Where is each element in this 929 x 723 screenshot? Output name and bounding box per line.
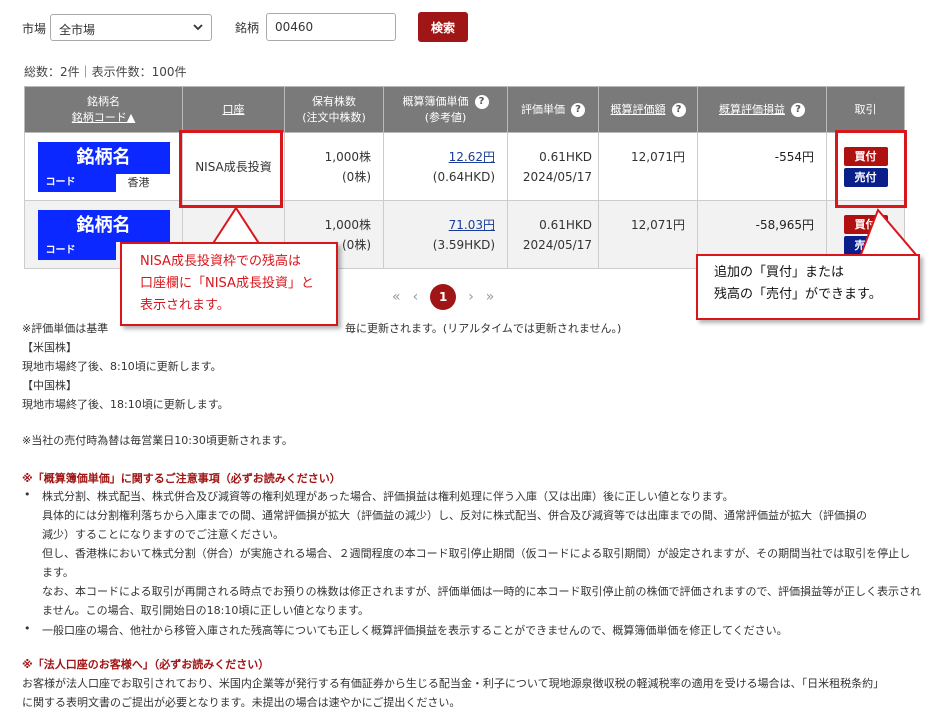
chevron-down-icon [193,20,203,37]
col-eval-pl[interactable]: 概算評価損益? [697,86,827,133]
bullet: • [24,488,31,501]
symbol-label: 銘柄 [235,21,260,35]
market-label: 市場 [22,22,47,36]
stock-name: 銘柄名 [37,209,170,242]
eval-unit-cell: 0.61HKD 2024/05/17 [507,132,599,201]
stock-code: コード [37,241,116,260]
note-us-heading: 【米国株】 [22,341,77,354]
col-account[interactable]: 口座 [182,86,285,133]
notice-line: ます。 [42,566,74,579]
book-price-cell: 12.62円 (0.64HKD) [383,132,508,201]
bullet: • [24,622,31,635]
stock-name-box[interactable]: 銘柄名 コード 香港 [37,141,170,192]
note-cn-heading: 【中国株】 [22,379,77,392]
account-highlight-box [179,130,283,208]
notice-heading: ※「概算簿価単価」に関するご注意事項（必ずお読みください） [22,472,341,485]
trade-highlight-box [835,130,907,208]
stock-code: コード [37,173,116,192]
note-eval-cont: 毎に更新されます。(リアルタイムでは更新されません。) [345,322,622,335]
stock-market: 香港 [127,175,150,189]
note-eval: ※評価単価は基準 [22,322,109,335]
last-page-icon[interactable]: » [486,289,495,305]
eval-amount-cell: 12,071円 [598,132,698,201]
col-trade: 取引 [826,86,905,133]
col-eval-amount[interactable]: 概算評価額? [598,86,698,133]
market-select-value: 全市場 [59,23,96,37]
notice-line: 減少）することになりますのでご注意ください。 [42,528,284,541]
notice-line: ません。この場合、取引開始日の18:10頃に正しい値となります。 [42,604,369,617]
holdings-cell: 1,000株 (0株) [284,132,384,201]
callout-pointer [210,206,262,246]
eval-unit-cell: 0.61HKD 2024/05/17 [507,200,599,269]
prev-page-icon[interactable]: ‹ [413,289,419,305]
help-icon[interactable]: ? [474,94,489,109]
notice-line: 但し、香港株において株式分割（併合）が実施される場合、２週間程度の本コード取引停… [42,547,911,560]
first-page-icon[interactable]: « [392,289,401,305]
symbol-input[interactable]: 00460 [266,13,396,41]
stock-name-cell: 銘柄名 コード 香港 [24,132,183,201]
col-name[interactable]: 銘柄名 銘柄コード▲ [24,86,183,133]
symbol-input-value: 00460 [275,20,314,34]
market-select[interactable]: 全市場 [50,14,212,41]
notice-line: 一般口座の場合、他社から移管入庫された残高等についても正しく概算評価損益を表示す… [42,624,788,637]
book-price-cell: 71.03円 (3.59HKD) [383,200,508,269]
help-icon[interactable]: ? [791,102,805,117]
help-icon[interactable]: ? [571,102,585,117]
col-holdings: 保有株数 (注文中株数) [284,86,384,133]
col-eval-unit: 評価単価? [507,86,599,133]
callout-account: NISA成長投資枠での残高は 口座欄に「NISA成長投資」と 表示されます。 [120,242,338,326]
book-price-link[interactable]: 71.03円 [449,218,495,232]
notice-line: 株式分割、株式配当、株式併合及び減資等の権利処理があった場合、評価損益は権利処理… [42,490,734,503]
help-icon[interactable]: ? [671,102,686,117]
pagination: « ‹ 1 › » [392,284,494,310]
stock-name: 銘柄名 [37,141,170,174]
col-book-price: 概算簿価単価? (参考値) [383,86,508,133]
corporate-heading: ※「法人口座のお客様へ」（必ずお読みください） [22,658,270,671]
page-1-button[interactable]: 1 [430,284,457,310]
note-us: 現地市場終了後、8:10頃に更新します。 [22,360,222,373]
note-cn: 現地市場終了後、18:10頃に更新します。 [22,398,229,411]
eval-pl-cell: -554円 [697,132,827,201]
callout-pointer [858,208,921,258]
result-count: 総数：2件｜表示件数：100件 [24,65,187,79]
book-price-link[interactable]: 12.62円 [449,150,495,164]
notice-line: 具体的には分割権利落ちから入庫までの間、通常評価損が拡大（評価益の減少）し、反対… [42,509,867,522]
table-header-row: 銘柄名 銘柄コード▲ 口座 保有株数 (注文中株数) 概算簿価単価? (参考値)… [24,86,905,133]
search-button[interactable]: 検索 [418,12,468,42]
notice-line: なお、本コードによる取引が再開される時点でお預りの株数は修正されますが、評価単価… [42,585,922,598]
eval-amount-cell: 12,071円 [598,200,698,269]
callout-trade: 追加の「買付」または 残高の「売付」ができます。 [696,254,920,320]
corporate-line: に関する表明文書のご提出が必要となります。未提出の場合は速やかにご提出ください。 [22,696,461,709]
corporate-line: お客様が法人口座でお取引されており、米国内企業等が発行する有価証券から生じる配当… [22,677,885,690]
table-row: 銘柄名 コード 香港 NISA成長投資 1,000株 (0株) 12.62円 (… [24,132,905,201]
note-fx: ※当社の売付時為替は毎営業日10:30頃更新されます。 [22,434,293,447]
next-page-icon[interactable]: › [468,289,474,305]
